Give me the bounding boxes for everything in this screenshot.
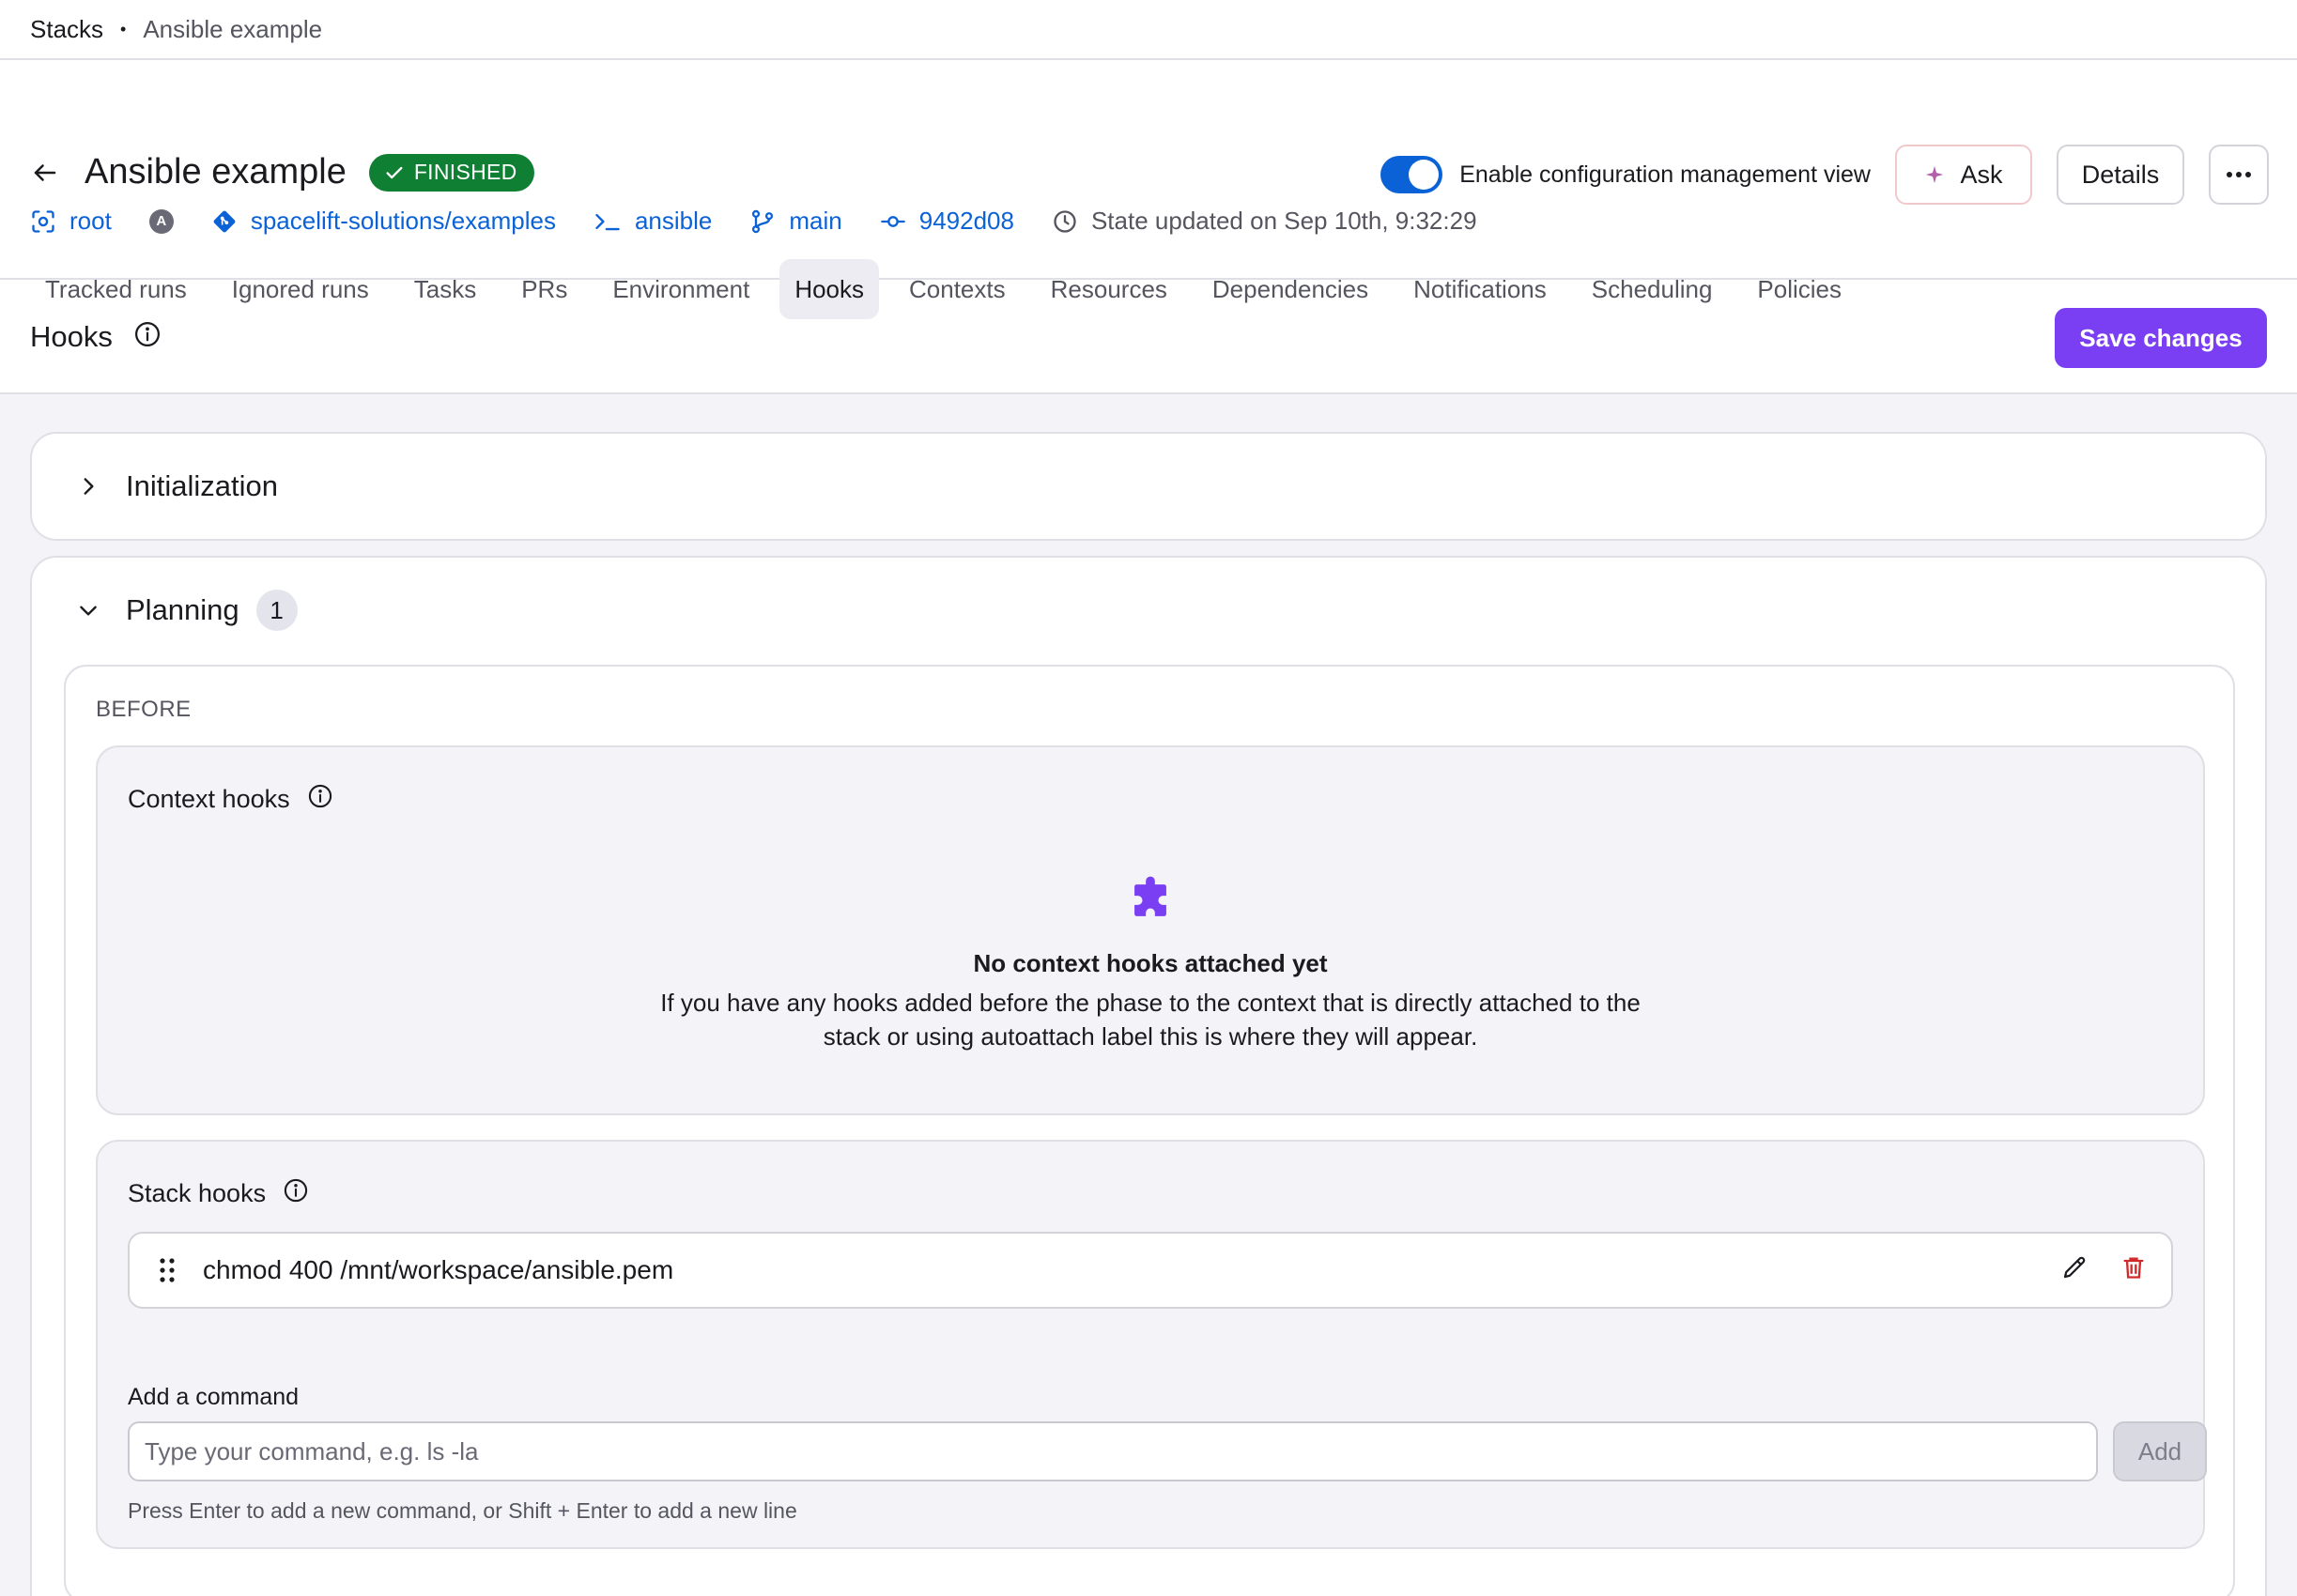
state-updated: State updated on Sep 10th, 9:32:29 [1052, 207, 1477, 236]
hook-count-badge: 1 [255, 590, 298, 631]
add-command-hint: Press Enter to add a new command, or Shi… [128, 1498, 797, 1523]
empty-state-line: If you have any hooks added before the p… [660, 989, 1641, 1017]
context-hooks-header: Context hooks [128, 783, 333, 816]
hooks-content: Initialization Planning 1 BEFORE Context… [0, 394, 2297, 1596]
save-changes-button[interactable]: Save changes [2055, 308, 2267, 368]
ask-button[interactable]: Ask [1895, 145, 2032, 205]
phase-title: Planning [126, 593, 239, 626]
terminal-icon [595, 213, 620, 230]
git-icon [213, 210, 236, 232]
puzzle-icon [1123, 876, 1178, 933]
commit-label: 9492d08 [918, 207, 1014, 235]
config-view-label: Enable configuration management view [1459, 161, 1871, 188]
empty-state-title: No context hooks attached yet [973, 949, 1328, 977]
stack-hooks-box: Stack hooks chmod 400 /mnt/workspace/ans… [96, 1140, 2207, 1549]
avatar: A [148, 208, 174, 234]
ask-label: Ask [1960, 160, 2003, 189]
details-button[interactable]: Details [2057, 145, 2184, 205]
before-label: BEFORE [96, 697, 192, 722]
phase-planning-header[interactable]: Planning 1 [32, 558, 2265, 663]
context-hooks-title: Context hooks [128, 785, 290, 813]
title-row: Ansible example FINISHED [30, 152, 534, 192]
space-label: root [69, 207, 112, 235]
hook-command-text: chmod 400 /mnt/workspace/ansible.pem [203, 1255, 674, 1284]
breadcrumb-stacks-link[interactable]: Stacks [30, 15, 103, 44]
vendor-label: ansible [634, 207, 713, 235]
info-icon[interactable] [133, 320, 162, 355]
empty-state-description: If you have any hooks added before the p… [98, 986, 2203, 1053]
repository-label: spacelift-solutions/examples [250, 207, 556, 235]
status-label: FINISHED [413, 160, 517, 184]
state-updated-label: State updated on Sep 10th, 9:32:29 [1090, 207, 1477, 235]
trash-icon[interactable] [2120, 1253, 2147, 1288]
space-icon [32, 209, 54, 233]
vendor-link[interactable]: ansible [594, 207, 712, 236]
config-view-toggle[interactable] [1380, 156, 1443, 193]
avatar-initial: A [148, 208, 174, 234]
phase-initialization: Initialization [30, 432, 2267, 541]
branch-link[interactable]: main [749, 207, 842, 236]
chevron-down-icon [75, 597, 101, 623]
drag-handle-icon[interactable] [158, 1256, 177, 1284]
clock-icon [1054, 209, 1076, 233]
info-icon[interactable] [283, 1177, 309, 1210]
commit-link[interactable]: 9492d08 [880, 207, 1014, 236]
stack-header: Ansible example FINISHED Enable configur… [0, 60, 2297, 319]
breadcrumb-current: Ansible example [143, 14, 323, 43]
branch-icon [752, 209, 774, 233]
empty-state-line: stack or using autoattach label this is … [823, 1022, 1478, 1051]
branch-label: main [789, 207, 842, 235]
add-command-input[interactable] [128, 1421, 2098, 1481]
breadcrumb: Stacks • Ansible example [0, 0, 2297, 60]
add-command-button[interactable]: Add [2113, 1421, 2207, 1481]
breadcrumb-separator: • [120, 19, 127, 38]
arrow-left-icon[interactable] [30, 158, 60, 188]
phase-title: Initialization [126, 469, 278, 502]
stack-hooks-title: Stack hooks [128, 1179, 267, 1207]
phase-planning: Planning 1 BEFORE Context hooks No conte… [30, 556, 2267, 1596]
check-icon [386, 166, 403, 178]
context-hooks-empty-state: No context hooks attached yet If you hav… [98, 873, 2203, 1053]
info-icon[interactable] [307, 783, 333, 816]
before-section: BEFORE Context hooks No context hooks at… [64, 665, 2235, 1596]
status-badge: FINISHED [368, 153, 534, 192]
sparkle-icon [1926, 165, 1944, 184]
stack-hooks-header: Stack hooks [128, 1177, 309, 1210]
more-options-button[interactable] [2209, 145, 2269, 205]
hooks-section-bar: Hooks Save changes [0, 282, 2297, 394]
header-actions: Enable configuration management view Ask… [1380, 145, 2269, 205]
meta-row: root A spacelift-solutions/examples ansi… [30, 207, 1515, 236]
context-hooks-box: Context hooks No context hooks attached … [96, 745, 2205, 1115]
pencil-icon[interactable] [2060, 1253, 2089, 1288]
page-title: Ansible example [85, 152, 347, 192]
add-command-label: Add a command [128, 1384, 300, 1410]
hook-actions [2060, 1253, 2147, 1288]
repository-link[interactable]: spacelift-solutions/examples [211, 207, 556, 236]
ellipsis-icon [2227, 172, 2251, 177]
hook-command-row[interactable]: chmod 400 /mnt/workspace/ansible.pem [128, 1232, 2173, 1309]
space-link[interactable]: root [30, 207, 112, 236]
chevron-right-icon [75, 473, 101, 499]
phase-initialization-header[interactable]: Initialization [32, 434, 2265, 539]
section-title: Hooks [30, 320, 113, 353]
toggle-knob [1409, 160, 1440, 190]
commit-icon [880, 215, 905, 227]
